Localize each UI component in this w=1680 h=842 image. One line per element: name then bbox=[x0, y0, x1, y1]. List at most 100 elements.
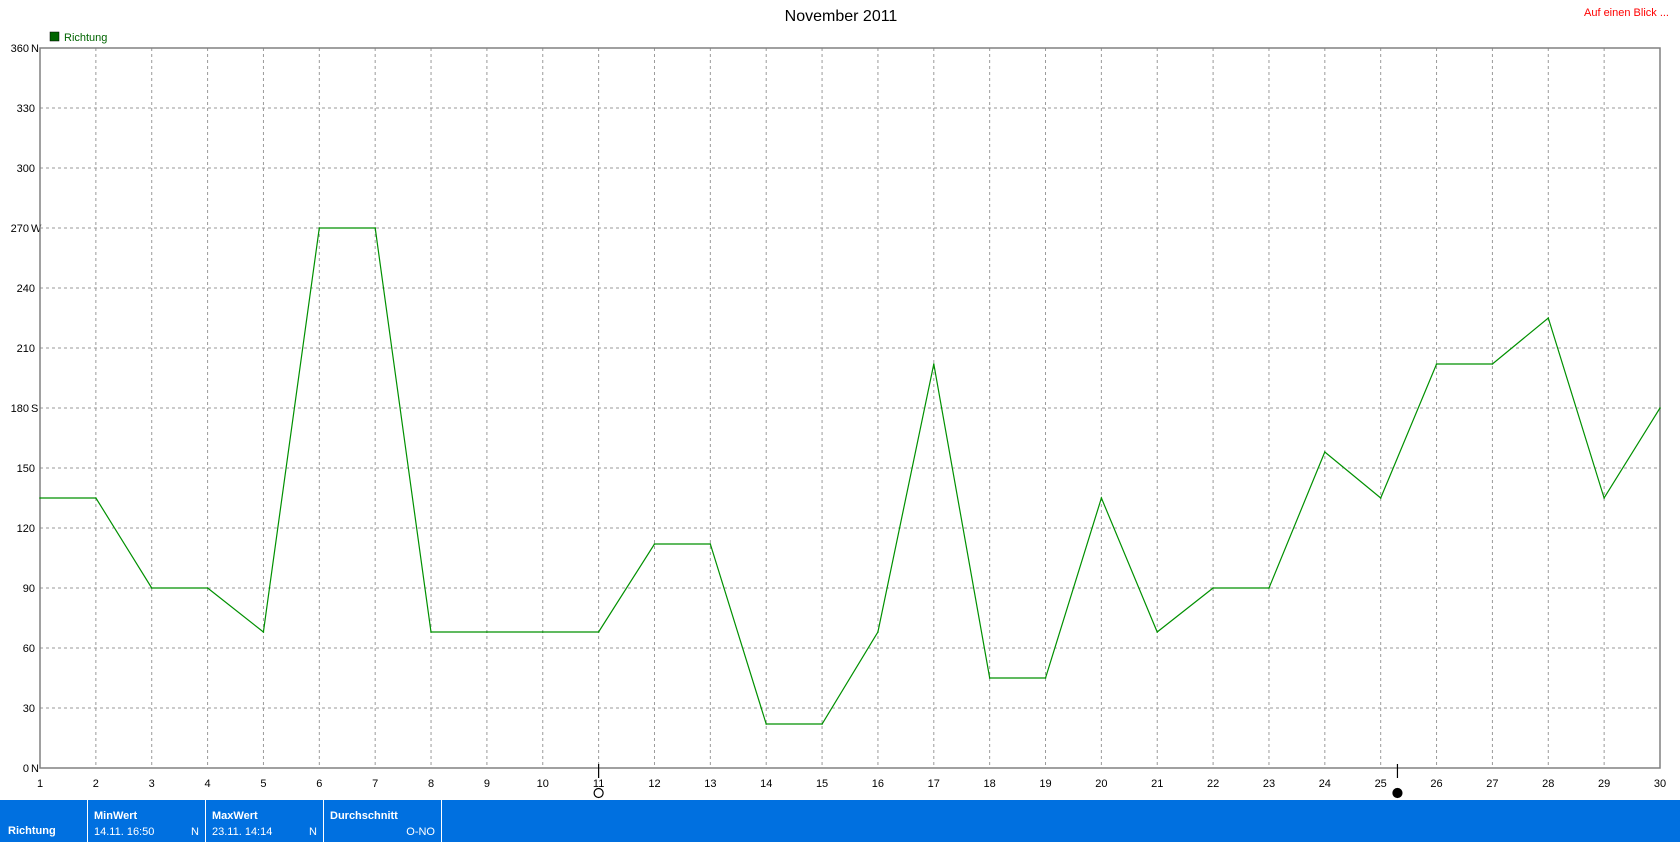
data-point bbox=[1603, 497, 1605, 499]
max-value: 23.11. 14:14 bbox=[212, 826, 273, 838]
y-tick-label: 270 bbox=[11, 223, 29, 235]
series-line-richtung bbox=[40, 227, 1661, 725]
summary-avg-cell: Durchschnitt O-NO bbox=[324, 800, 442, 842]
data-point bbox=[988, 677, 991, 679]
data-point bbox=[709, 543, 712, 545]
min-value: 14.11. 16:50 bbox=[94, 826, 155, 838]
overview-link[interactable]: Auf einen Blick ... bbox=[1584, 7, 1669, 19]
data-point bbox=[1156, 631, 1159, 633]
full-moon-icon bbox=[593, 787, 604, 799]
data-point bbox=[374, 227, 376, 229]
x-tick-label: 24 bbox=[1319, 778, 1331, 790]
y-tick-label: 120 bbox=[17, 523, 35, 535]
x-tick-label: 5 bbox=[260, 778, 266, 790]
min-label: MinWert bbox=[94, 810, 138, 822]
data-point bbox=[318, 227, 321, 229]
data-point bbox=[597, 631, 600, 633]
x-tick-label: 7 bbox=[372, 778, 378, 790]
chart-title: November 2011 bbox=[785, 8, 898, 25]
avg-label: Durchschnitt bbox=[330, 810, 398, 822]
data-point bbox=[430, 631, 432, 633]
data-point bbox=[39, 497, 41, 499]
data-point bbox=[1435, 363, 1438, 365]
data-point bbox=[821, 723, 823, 725]
wind-direction-chart: November 2011 Auf einen Blick ... Richtu… bbox=[11, 7, 1669, 799]
max-label: MaxWert bbox=[212, 810, 258, 822]
legend-swatch bbox=[49, 31, 60, 42]
x-tick-label: 2 bbox=[93, 778, 99, 790]
y-tick-label: 90 bbox=[23, 583, 35, 595]
x-tick-label: 8 bbox=[428, 778, 434, 790]
data-point bbox=[541, 631, 544, 633]
data-point bbox=[1268, 587, 1270, 589]
data-point bbox=[1547, 317, 1550, 319]
x-tick-label: 13 bbox=[704, 778, 716, 790]
y-tick-label: 330 bbox=[17, 103, 35, 115]
x-tick-label: 22 bbox=[1207, 778, 1219, 790]
new-moon-icon bbox=[1392, 787, 1403, 799]
x-tick-label: 29 bbox=[1598, 778, 1610, 790]
max-unit: N bbox=[309, 826, 317, 838]
x-tick-label: 15 bbox=[816, 778, 828, 790]
y-tick-label: 180 bbox=[11, 403, 29, 415]
summary-series-label: Richtung bbox=[8, 825, 56, 837]
x-tick-label: 6 bbox=[316, 778, 322, 790]
data-point bbox=[95, 497, 97, 499]
y-tick-label: 360 bbox=[11, 43, 29, 55]
x-tick-label: 9 bbox=[484, 778, 490, 790]
x-tick-label: 25 bbox=[1375, 778, 1387, 790]
summary-bar: Richtung MinWert 14.11. 16:50 N MaxWert … bbox=[0, 800, 1680, 842]
data-point bbox=[1044, 677, 1047, 679]
data-point bbox=[877, 631, 879, 633]
data-point bbox=[1659, 407, 1661, 409]
y-tick-direction: N bbox=[31, 763, 39, 775]
y-tick-label: 210 bbox=[17, 343, 35, 355]
data-point bbox=[1324, 451, 1326, 453]
y-tick-label: 150 bbox=[17, 463, 35, 475]
y-axis: 0 N306090120150180 S210240270 W300330360 N bbox=[11, 43, 42, 775]
x-tick-label: 18 bbox=[984, 778, 996, 790]
data-point bbox=[1212, 587, 1214, 589]
y-tick-label: 30 bbox=[23, 703, 35, 715]
x-tick-label: 26 bbox=[1430, 778, 1442, 790]
y-tick-direction: N bbox=[31, 43, 39, 55]
data-point bbox=[150, 587, 153, 589]
grid bbox=[40, 48, 1660, 768]
x-tick-label: 1 bbox=[37, 778, 43, 790]
data-point bbox=[1379, 497, 1382, 499]
x-tick-label: 3 bbox=[149, 778, 155, 790]
x-tick-label: 27 bbox=[1486, 778, 1498, 790]
x-tick-label: 14 bbox=[760, 778, 772, 790]
y-tick-label: 300 bbox=[17, 163, 35, 175]
x-tick-label: 19 bbox=[1039, 778, 1051, 790]
x-tick-label: 12 bbox=[648, 778, 660, 790]
x-tick-label: 16 bbox=[872, 778, 884, 790]
data-point bbox=[262, 631, 265, 633]
data-point bbox=[1491, 363, 1494, 365]
x-tick-label: 17 bbox=[928, 778, 940, 790]
data-point bbox=[765, 723, 768, 725]
x-tick-label: 30 bbox=[1654, 778, 1666, 790]
y-tick-label: 60 bbox=[23, 643, 35, 655]
data-point bbox=[1100, 497, 1103, 499]
summary-min-cell: MinWert 14.11. 16:50 N bbox=[88, 800, 206, 842]
x-tick-label: 21 bbox=[1151, 778, 1163, 790]
y-tick-direction: S bbox=[31, 403, 38, 415]
series-layer bbox=[39, 227, 1661, 725]
min-unit: N bbox=[191, 826, 199, 838]
data-point bbox=[486, 631, 488, 633]
summary-max-cell: MaxWert 23.11. 14:14 N bbox=[206, 800, 324, 842]
x-axis: 1 2 3 4 5 6 7 8 9 10 11 12 13 14 15 16 17 18 19 20 21 22 23 24 2… bbox=[37, 778, 1666, 790]
avg-value: O-NO bbox=[406, 826, 435, 838]
data-point bbox=[206, 587, 209, 589]
x-tick-label: 4 bbox=[205, 778, 211, 790]
x-tick-label: 20 bbox=[1095, 778, 1107, 790]
y-tick-label: 0 bbox=[23, 763, 29, 775]
x-tick-label: 23 bbox=[1263, 778, 1275, 790]
data-point bbox=[653, 543, 656, 545]
summary-series-cell: Richtung bbox=[0, 800, 88, 842]
y-tick-label: 240 bbox=[17, 283, 35, 295]
data-point bbox=[932, 363, 935, 365]
x-tick-label: 10 bbox=[537, 778, 549, 790]
legend-label: Richtung bbox=[64, 32, 107, 44]
